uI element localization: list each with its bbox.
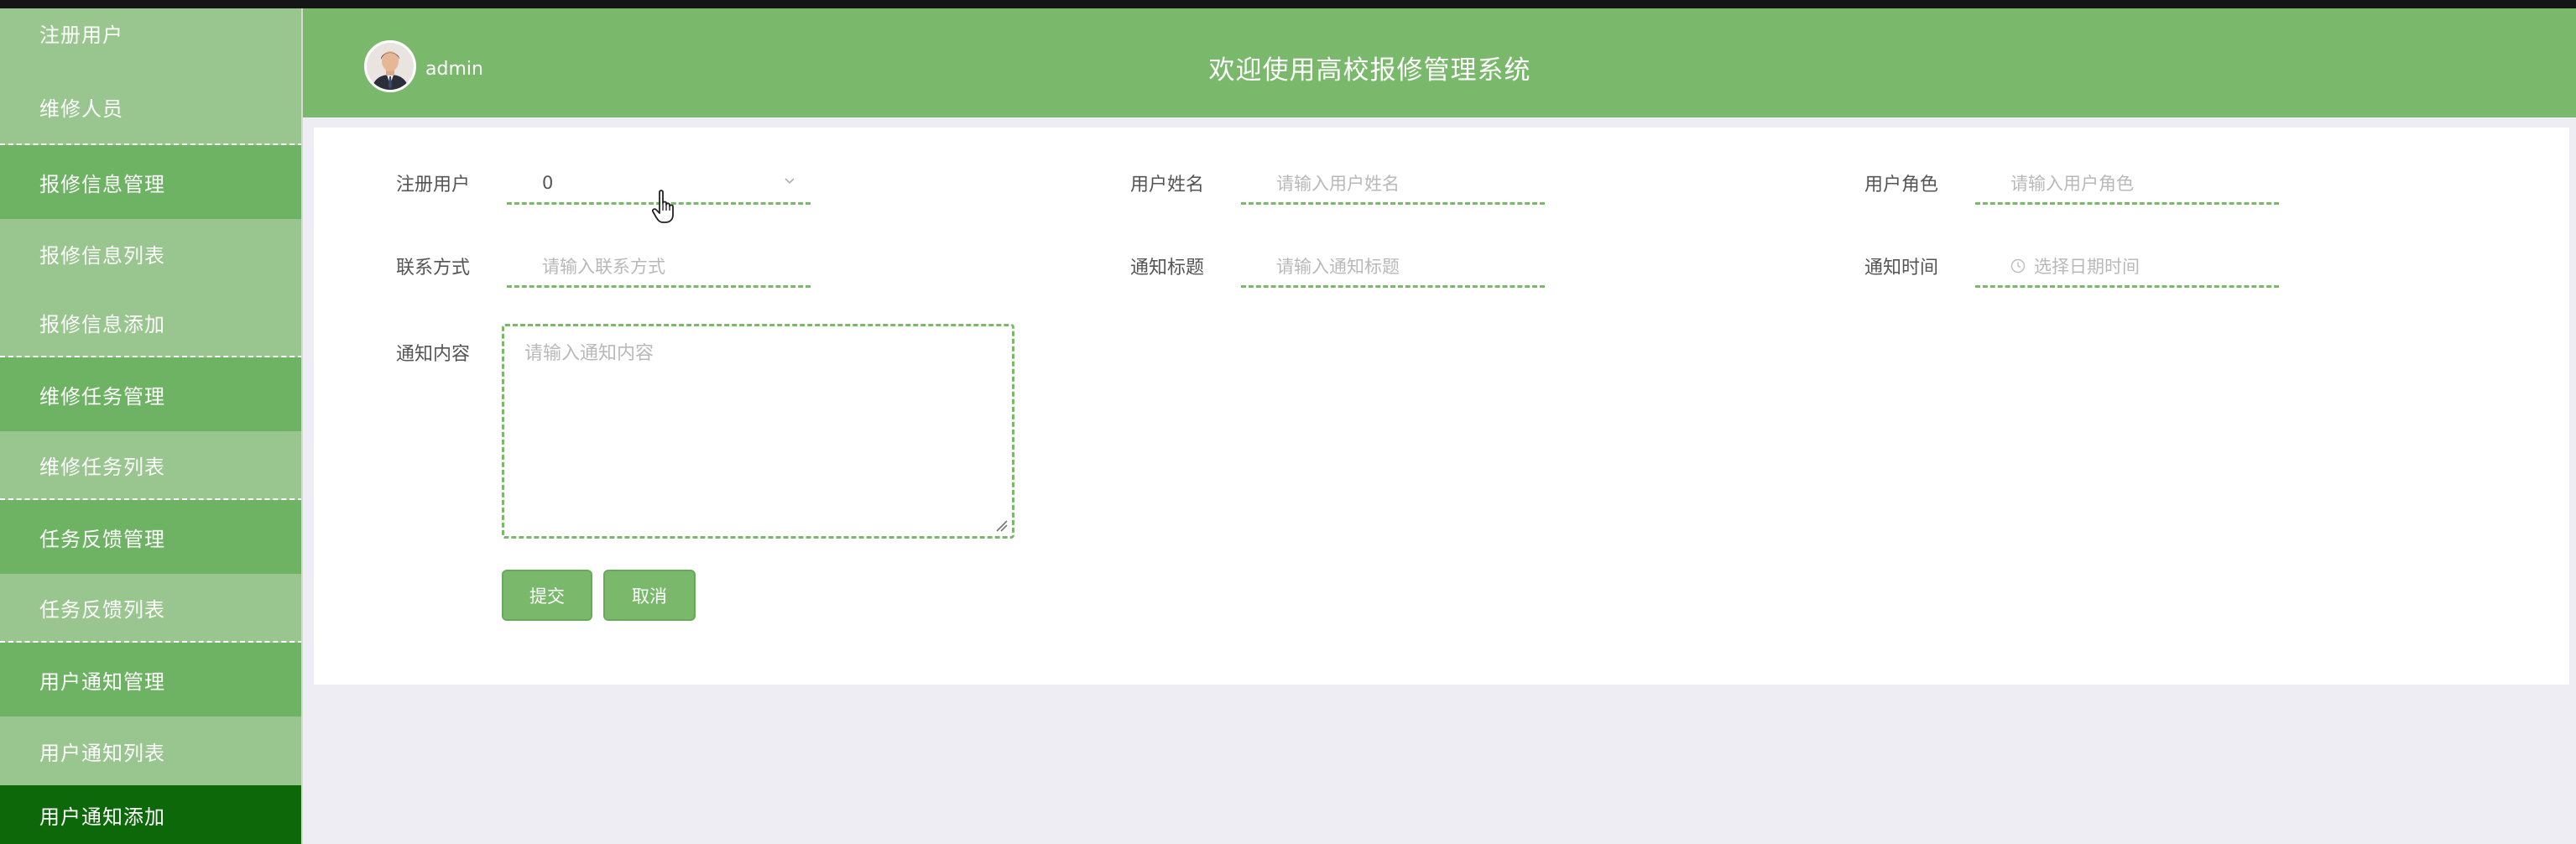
- sidebar-item-task-feedback-list[interactable]: 任务反馈列表: [0, 574, 303, 643]
- sidebar-item-registered-users[interactable]: 注册用户: [0, 8, 303, 70]
- notice-content-textarea[interactable]: 请输入通知内容: [502, 324, 1014, 539]
- clock-icon: [2010, 258, 2026, 273]
- contact-placeholder: 请输入联系方式: [542, 256, 665, 277]
- user-name-label: 用户姓名: [1130, 175, 1205, 195]
- user-role-label: 用户角色: [1864, 175, 1939, 195]
- hand-cursor-icon: [651, 190, 674, 223]
- sidebar-item-repair-info-add[interactable]: 报修信息添加: [0, 289, 303, 357]
- sidebar-group-task-feedback[interactable]: 任务反馈管理: [0, 500, 303, 574]
- sidebar-item-user-notice-add[interactable]: 用户通知添加: [0, 785, 303, 844]
- sidebar-item-label: 任务反馈管理: [39, 527, 165, 551]
- sidebar-item-label: 维修任务管理: [39, 384, 165, 409]
- notice-time-picker[interactable]: 选择日期时间: [1975, 246, 2279, 288]
- sidebar: 注册用户 维修人员 报修信息管理 报修信息列表 报修信息添加 维修任务管理 维修…: [0, 8, 303, 844]
- sidebar-item-label: 用户通知列表: [39, 741, 165, 765]
- sidebar-item-label: 用户通知添加: [39, 805, 165, 829]
- contact-input[interactable]: 请输入联系方式: [507, 246, 811, 288]
- sidebar-item-label: 报修信息列表: [39, 244, 165, 268]
- sidebar-item-repair-info-list[interactable]: 报修信息列表: [0, 219, 303, 289]
- sidebar-group-user-notice[interactable]: 用户通知管理: [0, 643, 303, 716]
- contact-label: 联系方式: [396, 258, 471, 279]
- sidebar-item-label: 报修信息添加: [39, 312, 165, 336]
- notice-title-input[interactable]: 请输入通知标题: [1241, 246, 1545, 288]
- sidebar-item-user-notice-list[interactable]: 用户通知列表: [0, 716, 303, 785]
- sidebar-item-label: 用户通知管理: [39, 669, 165, 694]
- window-top-strip: [0, 0, 2576, 8]
- user-name-input[interactable]: 请输入用户姓名: [1241, 163, 1545, 205]
- sidebar-item-repair-staff[interactable]: 维修人员: [0, 70, 303, 145]
- user-role-input[interactable]: 请输入用户角色: [1975, 163, 2279, 205]
- resize-handle-icon[interactable]: [993, 518, 1009, 533]
- form-panel: 注册用户 0 用户姓名 请输入用户姓名 用户角色 请输入用户角色 联系方式 请输…: [314, 128, 2569, 685]
- notice-title-label: 通知标题: [1130, 258, 1205, 279]
- notice-content-placeholder: 请输入通知内容: [524, 343, 654, 364]
- user-name-placeholder: 请输入用户姓名: [1276, 173, 1400, 194]
- header: admin 欢迎使用高校报修管理系统: [303, 8, 2576, 117]
- notice-content-label: 通知内容: [396, 344, 471, 365]
- sidebar-item-label: 任务反馈列表: [39, 597, 165, 622]
- sidebar-group-repair-info[interactable]: 报修信息管理: [0, 145, 303, 219]
- page-title: 欢迎使用高校报修管理系统: [303, 49, 2576, 86]
- notice-time-label: 通知时间: [1864, 258, 1939, 279]
- chevron-down-icon: [785, 178, 795, 185]
- sidebar-item-repair-task-list[interactable]: 维修任务列表: [0, 431, 303, 500]
- notice-title-placeholder: 请输入通知标题: [1276, 256, 1400, 277]
- page-title-text: 欢迎使用高校报修管理系统: [1208, 55, 1531, 86]
- registered-user-label: 注册用户: [396, 175, 471, 195]
- sidebar-group-repair-task[interactable]: 维修任务管理: [0, 357, 303, 431]
- sidebar-divider: [301, 8, 303, 844]
- cancel-button[interactable]: 取消: [603, 570, 696, 621]
- sidebar-item-label: 注册用户: [39, 23, 123, 47]
- sidebar-item-label: 维修人员: [39, 96, 123, 121]
- submit-button[interactable]: 提交: [502, 570, 592, 621]
- registered-user-value: 0: [542, 172, 554, 193]
- user-role-placeholder: 请输入用户角色: [2010, 173, 2134, 194]
- sidebar-item-label: 维修任务列表: [39, 455, 165, 479]
- sidebar-item-label: 报修信息管理: [39, 172, 165, 196]
- notice-time-placeholder: 选择日期时间: [2034, 256, 2140, 277]
